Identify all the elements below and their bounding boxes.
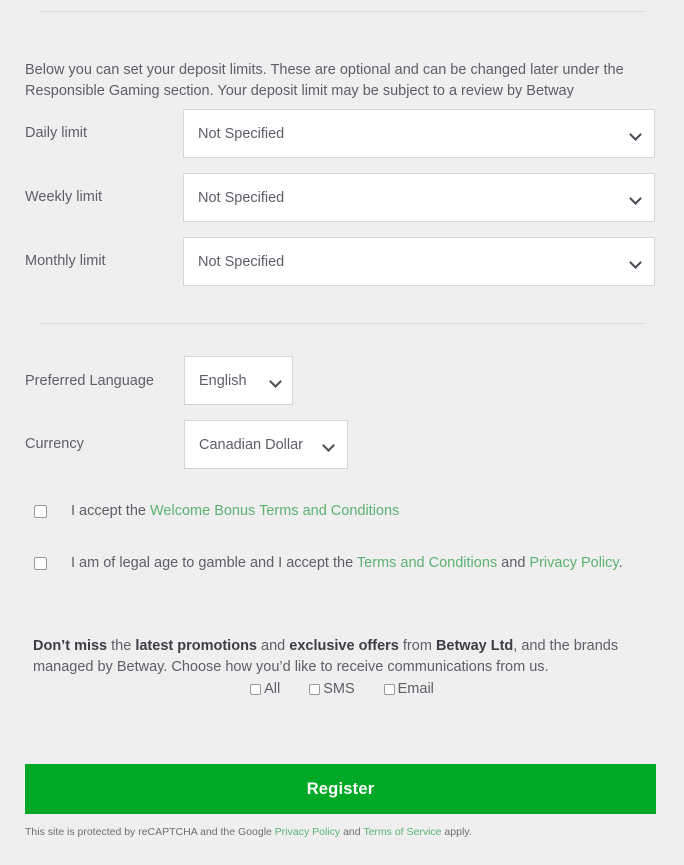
comms-sms-checkbox[interactable] (309, 683, 321, 695)
chevron-down-icon (630, 256, 642, 268)
legal-age-terms-text: I am of legal age to gamble and I accept… (71, 555, 623, 571)
weekly-limit-value: Not Specified (198, 189, 285, 206)
currency-label: Currency (25, 436, 84, 452)
promo-bold-1: Don’t miss (33, 637, 108, 654)
preferred-language-select[interactable]: English (184, 356, 293, 405)
monthly-limit-label: Monthly limit (25, 253, 106, 269)
legal-age-terms-row: I am of legal age to gamble and I accept… (34, 555, 623, 571)
comms-option-sms[interactable]: SMS (309, 681, 355, 697)
legal-age-terms-middle: and (497, 555, 530, 571)
weekly-limit-select[interactable]: Not Specified (183, 173, 655, 222)
google-terms-of-service-link[interactable]: Terms of Service (363, 826, 441, 838)
currency-value: Canadian Dollar (199, 436, 303, 453)
recaptcha-suffix: apply. (441, 826, 472, 838)
promo-text-1: the (107, 637, 136, 654)
recaptcha-disclaimer: This site is protected by reCAPTCHA and … (25, 826, 472, 838)
comms-all-checkbox[interactable] (250, 683, 262, 695)
comms-option-email[interactable]: Email (383, 681, 434, 697)
comms-email-checkbox[interactable] (383, 683, 395, 695)
welcome-bonus-terms-row: I accept the Welcome Bonus Terms and Con… (34, 503, 399, 519)
daily-limit-label: Daily limit (25, 125, 88, 141)
communication-preferences-group: All SMS Email (0, 681, 684, 697)
monthly-limit-value: Not Specified (198, 253, 285, 270)
preferred-language-value: English (199, 372, 247, 389)
legal-age-terms-checkbox[interactable] (34, 556, 47, 570)
recaptcha-middle: and (340, 826, 364, 838)
comms-sms-label: SMS (323, 681, 355, 697)
google-privacy-policy-link[interactable]: Privacy Policy (275, 826, 340, 838)
chevron-down-icon (270, 375, 282, 387)
terms-and-conditions-link[interactable]: Terms and Conditions (357, 555, 497, 571)
recaptcha-prefix: This site is protected by reCAPTCHA and … (25, 826, 275, 838)
legal-age-terms-suffix: . (618, 555, 623, 571)
legal-age-terms-prefix: I am of legal age to gamble and I accept… (71, 555, 357, 571)
daily-limit-select[interactable]: Not Specified (183, 109, 655, 158)
preferred-language-label: Preferred Language (25, 373, 154, 389)
deposit-limits-intro-text: Below you can set your deposit limits. T… (25, 61, 624, 99)
currency-select[interactable]: Canadian Dollar (184, 420, 348, 469)
welcome-bonus-terms-checkbox[interactable] (34, 504, 47, 518)
chevron-down-icon (630, 128, 642, 140)
promo-text-3: from (398, 637, 436, 654)
marketing-promo-text: Don’t miss the latest promotions and exc… (33, 636, 643, 678)
weekly-limit-label: Weekly limit (25, 189, 103, 205)
promo-bold-4: Betway Ltd (435, 637, 514, 654)
welcome-bonus-terms-text: I accept the Welcome Bonus Terms and Con… (71, 503, 399, 519)
monthly-limit-select[interactable]: Not Specified (183, 237, 655, 286)
comms-option-all[interactable]: All (250, 681, 280, 697)
promo-bold-2: latest promotions (135, 637, 257, 654)
divider-top (40, 11, 645, 12)
comms-email-label: Email (397, 681, 434, 697)
chevron-down-icon (630, 192, 642, 204)
registration-deposit-limits-page: Below you can set your deposit limits. T… (0, 0, 684, 865)
register-button[interactable]: Register (25, 764, 656, 814)
welcome-bonus-terms-prefix: I accept the (71, 503, 150, 519)
promo-bold-3: exclusive offers (289, 637, 399, 654)
daily-limit-value: Not Specified (198, 125, 285, 142)
welcome-bonus-terms-link[interactable]: Welcome Bonus Terms and Conditions (150, 503, 399, 519)
divider-middle (40, 323, 645, 324)
privacy-policy-link[interactable]: Privacy Policy (529, 555, 618, 571)
chevron-down-icon (323, 439, 335, 451)
promo-text-2: and (257, 637, 290, 654)
comms-all-label: All (264, 681, 281, 697)
